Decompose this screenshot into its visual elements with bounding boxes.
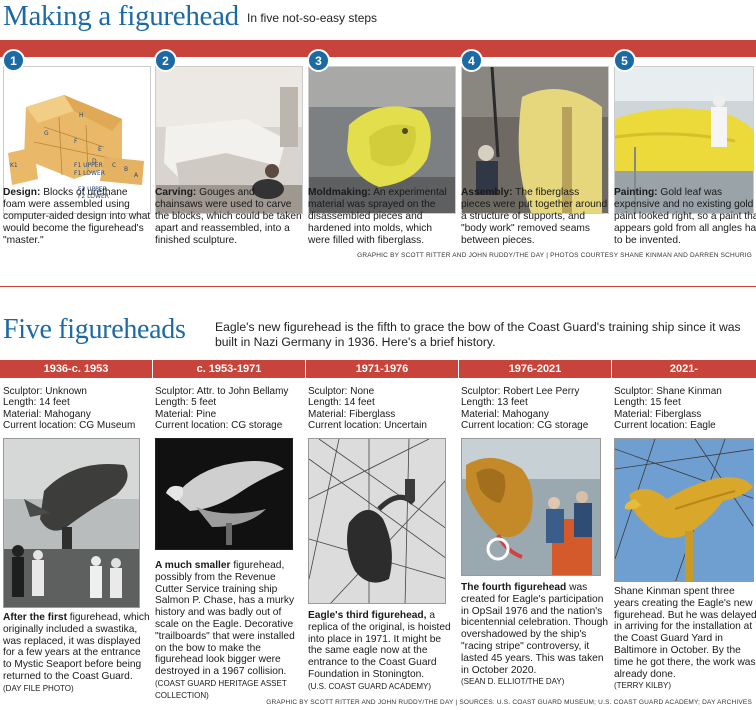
fact-material: Material: Pine <box>155 408 217 420</box>
fact-location: Current location: Eagle <box>614 419 716 431</box>
fact-length: Length: 14 feet <box>308 397 375 409</box>
step-number-badge: 2 <box>154 49 177 72</box>
step-label: Assembly: <box>461 187 513 198</box>
diagram-label: K1 <box>10 162 18 169</box>
step-label: Carving: <box>155 187 197 198</box>
fact-length: Length: 5 feet <box>155 397 217 409</box>
diagram-label: E <box>98 146 102 153</box>
page-subtitle: In five not-so-easy steps <box>247 11 378 25</box>
fact-sculptor: Sculptor: Attr. to John Bellamy <box>155 386 289 397</box>
steps-row: 1 H G F E C D B A F1 UPPER F1 LOWER F2 U… <box>0 40 756 250</box>
diagram-label: B <box>124 166 128 173</box>
photo-source: (SEAN D. ELLIOT/THE DAY) <box>461 677 565 687</box>
era-label: 1976-2021 <box>508 363 562 375</box>
caption-lead: After the first <box>3 612 67 623</box>
step-label: Painting: <box>614 187 658 198</box>
figurehead-caption: The fourth figurehead was created for Ea… <box>461 582 609 688</box>
caption-text: Shane Kinman spent three years creating … <box>614 586 756 680</box>
diagram-label: G <box>44 130 49 137</box>
fact-location: Current location: CG storage <box>155 419 283 431</box>
step-number-badge: 3 <box>307 49 330 72</box>
figurehead-4: Sculptor: Robert Lee Perry Length: 13 fe… <box>461 386 611 686</box>
figurehead-photo <box>3 438 140 608</box>
figurehead-caption: After the first figurehead, which origin… <box>3 612 151 695</box>
fact-material: Material: Mahogany <box>3 408 91 420</box>
caption-text: was created for Eagle's participation in… <box>461 582 609 676</box>
diagram-label: F <box>74 138 78 145</box>
caption-text: figurehead, possibly from the Revenue Cu… <box>155 560 295 678</box>
step-number-badge: 5 <box>613 49 636 72</box>
fact-location: Current location: CG Museum <box>3 419 136 431</box>
diagram-label: C <box>112 162 116 169</box>
fact-list: Sculptor: Unknown Length: 14 feet Materi… <box>3 386 153 431</box>
fact-length: Length: 13 feet <box>461 397 528 409</box>
diagram-label: F1 UPPER <box>74 162 103 169</box>
photo-source: (TERRY KILBY) <box>614 681 672 691</box>
graphic-credit-bottom: GRAPHIC BY SCOTT RITTER AND JOHN RUDDY/T… <box>266 699 752 706</box>
figurehead-2: Sculptor: Attr. to John Bellamy Length: … <box>155 386 305 700</box>
step-number-badge: 1 <box>2 49 25 72</box>
fact-length: Length: 15 feet <box>614 397 681 409</box>
step-caption: Carving: Gouges and chainsaws were used … <box>155 187 303 247</box>
photo-source: (COAST GUARD HERITAGE ASSET COLLECTION) <box>155 678 287 700</box>
era-label: 2021- <box>669 363 699 375</box>
caption-lead: The fourth figurehead <box>461 582 567 593</box>
figurehead-caption: Shane Kinman spent three years creating … <box>614 586 756 692</box>
era-label: c. 1953-1971 <box>196 363 262 375</box>
fact-location: Current location: Uncertain <box>308 419 427 431</box>
fact-sculptor: Sculptor: Robert Lee Perry <box>461 386 580 397</box>
step-caption: Painting: Gold leaf was expensive and no… <box>614 187 756 247</box>
step-caption: Moldmaking: An experimental material was… <box>308 187 456 247</box>
fact-list: Sculptor: Attr. to John Bellamy Length: … <box>155 386 305 431</box>
diagram-label: H <box>79 112 84 119</box>
page-title: Making a figurehead <box>3 0 239 32</box>
era-label: 1936-c. 1953 <box>43 363 109 375</box>
fact-list: Sculptor: Shane Kinman Length: 15 feet M… <box>614 386 756 431</box>
fact-length: Length: 14 feet <box>3 397 70 409</box>
step-caption: Design: Blocks of urethane foam were ass… <box>3 187 151 247</box>
figurehead-photo <box>155 438 293 550</box>
figurehead-photo <box>614 438 754 582</box>
figurehead-3: Sculptor: None Length: 14 feet Material:… <box>308 386 458 691</box>
caption-lead: Eagle's third figurehead, <box>308 610 427 621</box>
diagram-label: F1 LOWER <box>74 170 105 177</box>
fact-sculptor: Sculptor: Unknown <box>3 386 87 397</box>
section-intro: Eagle's new figurehead is the fifth to g… <box>215 320 741 349</box>
figurehead-photo <box>308 438 446 604</box>
fact-material: Material: Mahogany <box>461 408 549 420</box>
step-label: Moldmaking: <box>308 187 371 198</box>
figurehead-caption: A much smaller figurehead, possibly from… <box>155 560 303 702</box>
step-label: Design: <box>3 187 41 198</box>
figurehead-photo <box>461 438 601 576</box>
fact-list: Sculptor: None Length: 14 feet Material:… <box>308 386 458 431</box>
step-caption: Assembly: The fiberglass pieces were put… <box>461 187 609 247</box>
photo-source: (DAY FILE PHOTO) <box>3 683 74 693</box>
fact-list: Sculptor: Robert Lee Perry Length: 13 fe… <box>461 386 611 431</box>
caption-lead: A much smaller <box>155 560 231 571</box>
photo-source: (U.S. COAST GUARD ACADEMY) <box>308 681 431 691</box>
fact-location: Current location: CG storage <box>461 419 589 431</box>
era-bar: 1936-c. 1953 c. 1953-1971 1971-1976 1976… <box>0 360 756 378</box>
fact-sculptor: Sculptor: Shane Kinman <box>614 386 722 397</box>
graphic-credit-top: GRAPHIC BY SCOTT RITTER AND JOHN RUDDY/T… <box>357 252 752 259</box>
section-title: Five figureheads <box>3 314 186 345</box>
figurehead-1: Sculptor: Unknown Length: 14 feet Materi… <box>3 386 153 693</box>
step-number-badge: 4 <box>460 49 483 72</box>
figurehead-caption: Eagle's third figurehead, a replica of t… <box>308 610 456 693</box>
section-divider <box>0 286 756 287</box>
figurehead-5: Sculptor: Shane Kinman Length: 15 feet M… <box>614 386 756 690</box>
fact-sculptor: Sculptor: None <box>308 386 375 397</box>
fact-material: Material: Fiberglass <box>614 408 702 420</box>
era-label: 1971-1976 <box>355 363 409 375</box>
fact-material: Material: Fiberglass <box>308 408 396 420</box>
